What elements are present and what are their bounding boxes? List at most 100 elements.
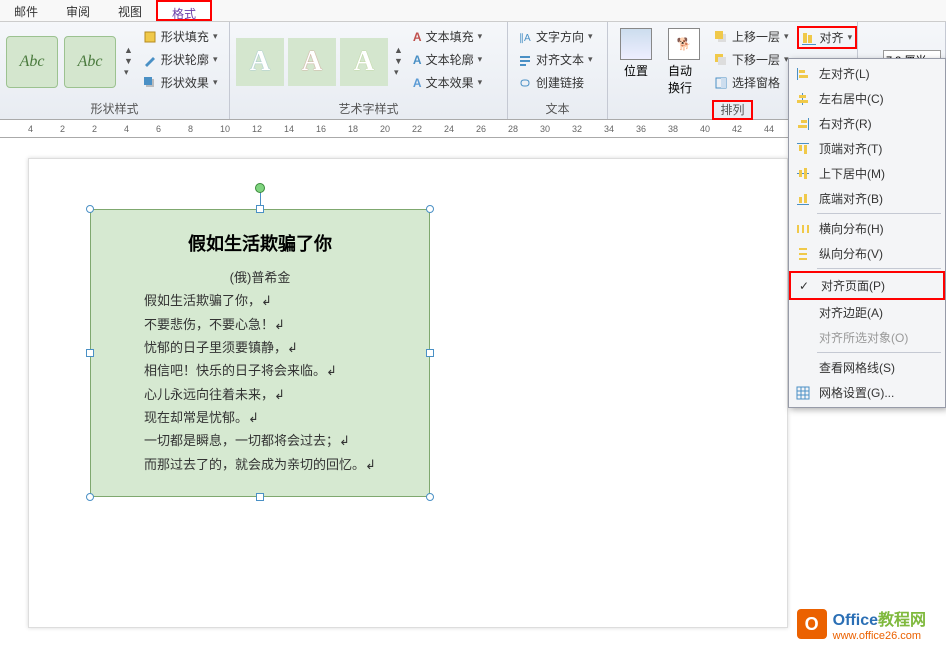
ruler-number: 40 <box>700 124 710 134</box>
poem-line: 现在却常是忧郁。↲ <box>144 406 376 429</box>
align-top-label: 顶端对齐(T) <box>819 140 882 157</box>
menu-separator <box>817 352 941 353</box>
position-label: 位置 <box>624 62 648 79</box>
text-fill-label: 文本填充 <box>426 28 474 45</box>
distribute-h-icon <box>795 221 811 237</box>
grid-settings-item[interactable]: 网格设置(G)... <box>789 380 945 405</box>
align-middle-v-icon <box>795 166 811 182</box>
text-direction-button[interactable]: ∥A 文字方向▾ <box>514 26 597 47</box>
text-outline-label: 文本轮廓 <box>426 51 474 68</box>
send-backward-button[interactable]: 下移一层▾ <box>710 49 793 70</box>
resize-handle-sw[interactable] <box>86 493 94 501</box>
align-left-item[interactable]: 左对齐(L) <box>789 61 945 86</box>
shape-style-preview-1[interactable]: Abc <box>6 36 58 88</box>
gallery-up-icon[interactable]: ▲ <box>124 45 133 55</box>
text-outline-button[interactable]: A 文本轮廓▾ <box>409 49 486 70</box>
tab-format[interactable]: 格式 <box>156 0 212 21</box>
view-gridlines-item[interactable]: 查看网格线(S) <box>789 355 945 380</box>
gallery-more-icon[interactable]: ▾ <box>394 67 403 78</box>
gallery-down-icon[interactable]: ▼ <box>394 56 403 66</box>
align-center-h-item[interactable]: 左右居中(C) <box>789 86 945 111</box>
ruler-number: 20 <box>380 124 390 134</box>
align-to-margin-label: 对齐边距(A) <box>819 304 883 321</box>
align-bottom-item[interactable]: 底端对齐(B) <box>789 186 945 211</box>
resize-handle-s[interactable] <box>256 493 264 501</box>
align-to-page-label: 对齐页面(P) <box>821 277 885 294</box>
poem-line: 假如生活欺骗了你，↲ <box>144 289 376 312</box>
group-label-text: 文本 <box>514 97 601 117</box>
distribute-v-label: 纵向分布(V) <box>819 245 883 262</box>
selection-pane-button[interactable]: 选择窗格 <box>710 72 793 93</box>
group-wordart-styles: A A A ▲ ▼ ▾ A 文本填充▾ A 文本轮廓▾ <box>230 22 508 119</box>
wrap-icon: 🐕 <box>668 28 700 60</box>
text-effects-icon: A <box>413 76 422 90</box>
selected-shape[interactable]: 假如生活欺骗了你 (俄)普希金 假如生活欺骗了你，↲不要悲伤，不要心急！↲忧郁的… <box>90 209 430 497</box>
shape-fill-label: 形状填充 <box>161 28 209 45</box>
ruler-number: 12 <box>252 124 262 134</box>
align-text-button[interactable]: 对齐文本▾ <box>514 49 597 70</box>
gallery-more-icon[interactable]: ▾ <box>124 67 133 78</box>
shape-outline-button[interactable]: 形状轮廓▾ <box>139 49 222 70</box>
position-button[interactable]: 位置 <box>614 26 658 98</box>
watermark-brand: Office教程网 <box>833 606 926 630</box>
tab-view[interactable]: 视图 <box>104 0 156 21</box>
tab-review[interactable]: 审阅 <box>52 0 104 21</box>
ruler-number: 42 <box>732 124 742 134</box>
shape-effects-label: 形状效果 <box>161 74 209 91</box>
align-to-margin-item[interactable]: 对齐边距(A) <box>789 300 945 325</box>
bring-forward-button[interactable]: 上移一层▾ <box>710 26 793 47</box>
gallery-down-icon[interactable]: ▼ <box>124 56 133 66</box>
resize-handle-nw[interactable] <box>86 205 94 213</box>
resize-handle-ne[interactable] <box>426 205 434 213</box>
tab-mail[interactable]: 邮件 <box>0 0 52 21</box>
align-text-label: 对齐文本 <box>536 51 584 68</box>
align-right-item[interactable]: 右对齐(R) <box>789 111 945 136</box>
ruler-number: 34 <box>604 124 614 134</box>
wordart-preview-1[interactable]: A <box>236 38 284 86</box>
align-button[interactable]: 对齐▾ <box>797 26 858 49</box>
shape-fill-button[interactable]: 形状填充▾ <box>139 26 222 47</box>
create-link-button[interactable]: 创建链接 <box>514 72 597 93</box>
distribute-v-item[interactable]: 纵向分布(V) <box>789 241 945 266</box>
align-top-icon <box>795 141 811 157</box>
pen-icon <box>143 53 157 67</box>
align-bottom-icon <box>795 191 811 207</box>
send-backward-icon <box>714 53 728 67</box>
grid-settings-label: 网格设置(G)... <box>819 384 894 401</box>
ruler-number: 32 <box>572 124 582 134</box>
wordart-preview-2[interactable]: A <box>288 38 336 86</box>
rotation-handle[interactable] <box>255 183 265 193</box>
distribute-h-label: 横向分布(H) <box>819 220 884 237</box>
text-effects-button[interactable]: A 文本效果▾ <box>409 72 486 93</box>
text-effects-label: 文本效果 <box>426 74 474 91</box>
wordart-preview-3[interactable]: A <box>340 38 388 86</box>
align-middle-v-item[interactable]: 上下居中(M) <box>789 161 945 186</box>
align-to-page-item[interactable]: 对齐页面(P) <box>789 271 945 300</box>
resize-handle-w[interactable] <box>86 349 94 357</box>
align-right-icon <box>795 116 811 132</box>
resize-handle-n[interactable] <box>256 205 264 213</box>
distribute-h-item[interactable]: 横向分布(H) <box>789 216 945 241</box>
align-label: 对齐 <box>820 29 844 46</box>
watermark-logo-icon: O <box>797 609 827 639</box>
poem-line: 相信吧！快乐的日子将会来临。↲ <box>144 359 376 382</box>
resize-handle-se[interactable] <box>426 493 434 501</box>
ruler-number: 36 <box>636 124 646 134</box>
resize-handle-e[interactable] <box>426 349 434 357</box>
shape-textbox[interactable]: 假如生活欺骗了你 (俄)普希金 假如生活欺骗了你，↲不要悲伤，不要心急！↲忧郁的… <box>90 209 430 497</box>
poem-title: 假如生活欺骗了你 <box>188 230 332 256</box>
shape-effects-button[interactable]: 形状效果▾ <box>139 72 222 93</box>
text-fill-button[interactable]: A 文本填充▾ <box>409 26 486 47</box>
selection-pane-label: 选择窗格 <box>732 74 780 91</box>
ruler-number: 38 <box>668 124 678 134</box>
ruler-number: 24 <box>444 124 454 134</box>
ruler-number: 26 <box>476 124 486 134</box>
page[interactable]: 假如生活欺骗了你 (俄)普希金 假如生活欺骗了你，↲不要悲伤，不要心急！↲忧郁的… <box>28 158 788 628</box>
watermark: O Office教程网 www.office26.com <box>797 606 926 642</box>
gallery-up-icon[interactable]: ▲ <box>394 45 403 55</box>
align-top-item[interactable]: 顶端对齐(T) <box>789 136 945 161</box>
text-fill-icon: A <box>413 30 422 44</box>
shape-style-preview-2[interactable]: Abc <box>64 36 116 88</box>
text-direction-icon: ∥A <box>518 30 532 44</box>
wrap-text-button[interactable]: 🐕 自动换行 <box>662 26 706 98</box>
